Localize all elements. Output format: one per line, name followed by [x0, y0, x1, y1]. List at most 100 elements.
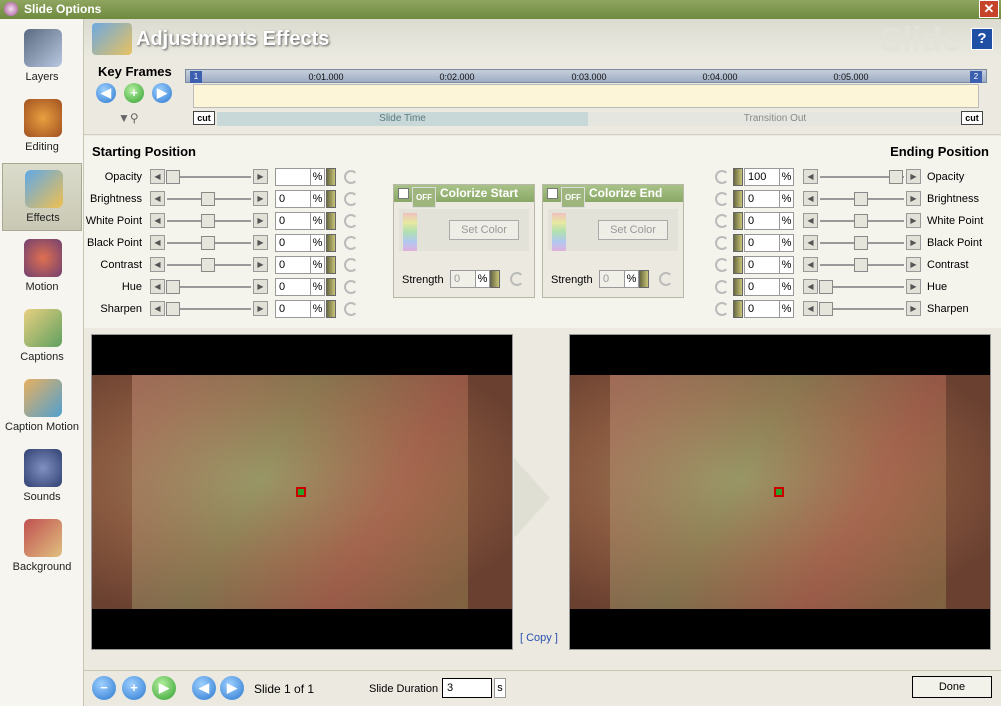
white-point-increase-button[interactable]: ▶ [253, 213, 268, 228]
play-icon[interactable]: ▶ [152, 676, 176, 700]
done-button[interactable]: Done [912, 676, 992, 698]
reset-icon[interactable] [659, 272, 673, 286]
sharpen-spinner[interactable] [733, 300, 743, 318]
contrast-reset-icon[interactable] [715, 258, 729, 272]
opacity-increase-button[interactable]: ▶ [906, 169, 921, 184]
black-point-increase-button[interactable]: ▶ [906, 235, 921, 250]
set-color-button[interactable]: Set Color [449, 220, 519, 240]
white-point-decrease-button[interactable]: ◀ [803, 213, 818, 228]
opacity-decrease-button[interactable]: ◀ [803, 169, 818, 184]
brightness-spinner[interactable] [733, 190, 743, 208]
black-point-increase-button[interactable]: ▶ [253, 235, 268, 250]
black-point-decrease-button[interactable]: ◀ [803, 235, 818, 250]
contrast-spinner[interactable] [733, 256, 743, 274]
hue-decrease-button[interactable]: ◀ [803, 279, 818, 294]
reset-icon[interactable] [510, 272, 524, 286]
contrast-increase-button[interactable]: ▶ [253, 257, 268, 272]
contrast-reset-icon[interactable] [344, 258, 358, 272]
opacity-reset-icon[interactable] [715, 170, 729, 184]
brightness-slider-thumb[interactable] [854, 192, 868, 206]
next-slide-button[interactable]: ▶ [220, 676, 244, 700]
black-point-spinner[interactable] [733, 234, 743, 252]
strength-spinner[interactable] [639, 270, 649, 288]
center-point-handle[interactable] [296, 487, 306, 497]
close-button[interactable]: ✕ [979, 0, 999, 18]
contrast-input[interactable] [744, 256, 780, 274]
ending-preview[interactable] [569, 334, 991, 650]
keyframe-marker-icon[interactable]: ▼⚲ [118, 111, 144, 125]
opacity-input[interactable] [275, 168, 311, 186]
opacity-spinner[interactable] [326, 168, 336, 186]
color-swatch[interactable] [552, 213, 566, 251]
brightness-decrease-button[interactable]: ◀ [803, 191, 818, 206]
contrast-increase-button[interactable]: ▶ [906, 257, 921, 272]
sharpen-slider-thumb[interactable] [819, 302, 833, 316]
sidebar-item-sounds[interactable]: Sounds [2, 443, 82, 511]
brightness-input[interactable] [275, 190, 311, 208]
white-point-increase-button[interactable]: ▶ [906, 213, 921, 228]
white-point-input[interactable] [275, 212, 311, 230]
black-point-reset-icon[interactable] [715, 236, 729, 250]
hue-decrease-button[interactable]: ◀ [150, 279, 165, 294]
timeline[interactable]: 0:01.000 0:02.000 0:03.000 0:04.000 0:05… [185, 69, 987, 133]
opacity-spinner[interactable] [733, 168, 743, 186]
zoom-out-icon[interactable]: − [92, 676, 116, 700]
brightness-input[interactable] [744, 190, 780, 208]
sidebar-item-caption-motion[interactable]: Caption Motion [2, 373, 82, 441]
brightness-slider-thumb[interactable] [201, 192, 215, 206]
sharpen-decrease-button[interactable]: ◀ [150, 301, 165, 316]
sharpen-slider-thumb[interactable] [166, 302, 180, 316]
add-keyframe-button[interactable]: + [124, 83, 144, 103]
strength-input[interactable] [450, 270, 476, 288]
brightness-spinner[interactable] [326, 190, 336, 208]
white-point-slider-thumb[interactable] [201, 214, 215, 228]
white-point-reset-icon[interactable] [715, 214, 729, 228]
strength-input[interactable] [599, 270, 625, 288]
zoom-in-icon[interactable]: + [122, 676, 146, 700]
hue-reset-icon[interactable] [344, 280, 358, 294]
keyframe-end-marker[interactable]: 2 [970, 71, 982, 83]
white-point-slider-thumb[interactable] [854, 214, 868, 228]
sidebar-item-background[interactable]: Background [2, 513, 82, 581]
black-point-slider-thumb[interactable] [201, 236, 215, 250]
copy-link[interactable]: [ Copy ] [520, 632, 558, 644]
contrast-decrease-button[interactable]: ◀ [803, 257, 818, 272]
hue-increase-button[interactable]: ▶ [906, 279, 921, 294]
starting-preview[interactable] [91, 334, 513, 650]
sharpen-reset-icon[interactable] [344, 302, 358, 316]
sharpen-input[interactable] [744, 300, 780, 318]
sidebar-item-layers[interactable]: Layers [2, 23, 82, 91]
contrast-slider-thumb[interactable] [201, 258, 215, 272]
white-point-input[interactable] [744, 212, 780, 230]
black-point-decrease-button[interactable]: ◀ [150, 235, 165, 250]
sharpen-decrease-button[interactable]: ◀ [803, 301, 818, 316]
hue-input[interactable] [275, 278, 311, 296]
colorize-end-checkbox[interactable] [547, 188, 558, 199]
hue-slider-thumb[interactable] [819, 280, 833, 294]
opacity-slider-thumb[interactable] [889, 170, 903, 184]
center-point-handle[interactable] [774, 487, 784, 497]
help-button[interactable]: ? [971, 28, 993, 50]
hue-spinner[interactable] [733, 278, 743, 296]
black-point-spinner[interactable] [326, 234, 336, 252]
opacity-input[interactable] [744, 168, 780, 186]
color-swatch[interactable] [403, 213, 417, 251]
black-point-slider-thumb[interactable] [854, 236, 868, 250]
previous-keyframe-button[interactable]: ◀ [96, 83, 116, 103]
brightness-increase-button[interactable]: ▶ [906, 191, 921, 206]
hue-slider-thumb[interactable] [166, 280, 180, 294]
sharpen-input[interactable] [275, 300, 311, 318]
strength-spinner[interactable] [490, 270, 500, 288]
black-point-input[interactable] [744, 234, 780, 252]
white-point-decrease-button[interactable]: ◀ [150, 213, 165, 228]
brightness-increase-button[interactable]: ▶ [253, 191, 268, 206]
brightness-decrease-button[interactable]: ◀ [150, 191, 165, 206]
contrast-slider-thumb[interactable] [854, 258, 868, 272]
white-point-spinner[interactable] [733, 212, 743, 230]
hue-spinner[interactable] [326, 278, 336, 296]
hue-reset-icon[interactable] [715, 280, 729, 294]
brightness-reset-icon[interactable] [344, 192, 358, 206]
sidebar-item-editing[interactable]: Editing [2, 93, 82, 161]
contrast-input[interactable] [275, 256, 311, 274]
slide-duration-input[interactable] [442, 678, 492, 698]
